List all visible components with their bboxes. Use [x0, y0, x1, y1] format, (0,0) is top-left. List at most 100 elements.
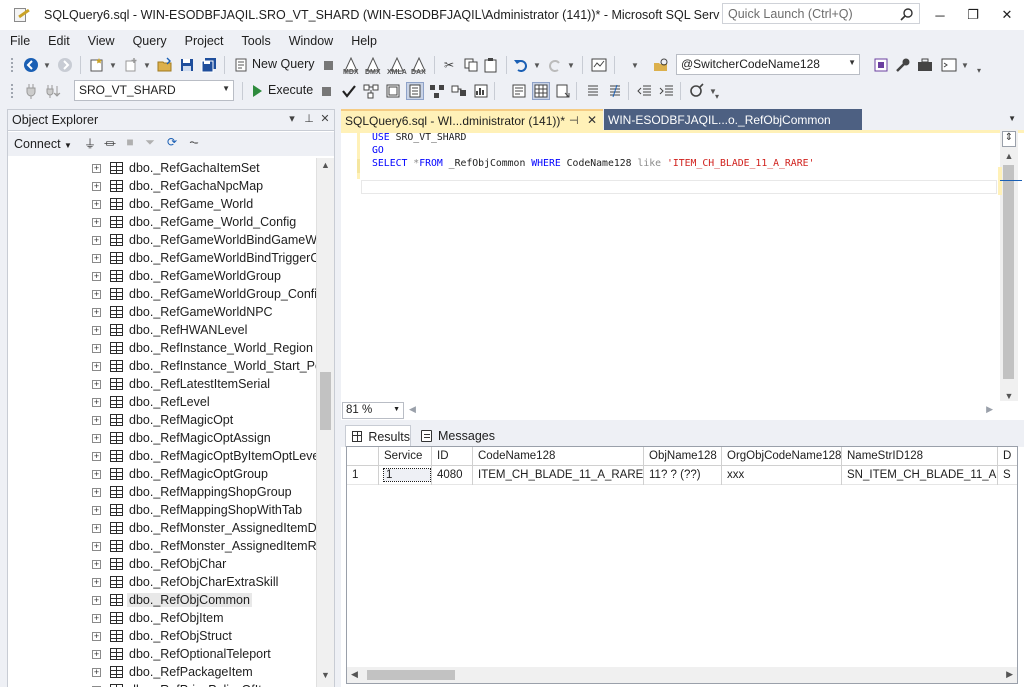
connect-plug-icon[interactable]: ⏚ [82, 135, 98, 153]
expand-icon[interactable]: + [92, 434, 101, 443]
tree-node[interactable]: + dbo._RefOptionalTeleport [8, 646, 316, 664]
expand-icon[interactable]: + [92, 470, 101, 479]
minimize-button[interactable]: ─ [923, 0, 957, 30]
connect-plug-icon[interactable] [22, 82, 40, 100]
scroll-left-icon[interactable]: ◀ [409, 404, 416, 415]
tree-node[interactable]: + dbo._RefGachaNpcMap [8, 178, 316, 196]
tree-node[interactable]: + dbo._RefMagicOptAssign [8, 430, 316, 448]
column-header-codename128[interactable]: CodeName128 [473, 447, 644, 466]
scroll-right-icon[interactable]: ▶ [986, 404, 993, 415]
back-dropdown-icon[interactable]: ▼ [42, 56, 52, 74]
tab-refobjcommon[interactable]: WIN-ESODBFJAQIL...o._RefObjCommon [604, 109, 862, 130]
undo-icon[interactable] [512, 56, 530, 74]
sql-editor[interactable]: USE SRO_VT_SHARD GO SELECT *FROM _RefObj… [341, 132, 997, 411]
cell-id[interactable]: 4080 [432, 466, 473, 485]
new-query-icon[interactable] [232, 56, 250, 74]
expand-icon[interactable]: + [92, 200, 101, 209]
execute-button[interactable]: Execute [268, 83, 313, 97]
expand-icon[interactable]: + [92, 362, 101, 371]
results-to-grid-icon[interactable] [532, 82, 550, 100]
expand-icon[interactable]: + [92, 344, 101, 353]
table-row[interactable]: 1 1 4080 ITEM_CH_BLADE_11_A_RARE 11? ? (… [347, 466, 1017, 485]
find-combo[interactable]: @SwitcherCodeName128 ▼ [676, 54, 860, 75]
back-icon[interactable] [22, 56, 40, 74]
cut-icon[interactable]: ✂ [440, 56, 458, 74]
estimated-plan-icon[interactable] [362, 82, 380, 100]
results-to-text-icon[interactable] [510, 82, 528, 100]
copy-icon[interactable] [462, 56, 480, 74]
expand-icon[interactable]: + [92, 488, 101, 497]
execute-play-icon[interactable] [248, 82, 266, 100]
expand-icon[interactable]: + [92, 452, 101, 461]
expand-icon[interactable]: + [92, 668, 101, 677]
expand-icon[interactable]: + [92, 290, 101, 299]
scroll-up-icon[interactable]: ▲ [317, 160, 334, 176]
tree-node[interactable]: + dbo._RefObjChar [8, 556, 316, 574]
quick-launch-input[interactable]: Quick Launch (Ctrl+Q) [722, 3, 920, 24]
new-query-button[interactable]: New Query [252, 57, 315, 71]
tree-node[interactable]: + dbo._RefHWANLevel [8, 322, 316, 340]
uncomment-lines-icon[interactable] [606, 82, 624, 100]
results-to-file-icon[interactable] [554, 82, 572, 100]
tree-node[interactable]: + dbo._RefObjCharExtraSkill [8, 574, 316, 592]
tree-node[interactable]: + dbo._RefMappingShopWithTab [8, 502, 316, 520]
specify-template-values-icon[interactable] [688, 82, 706, 100]
tree-node[interactable]: + dbo._RefMonster_AssignedItemRnd [8, 538, 316, 556]
expand-icon[interactable]: + [92, 650, 101, 659]
chevron-down-icon[interactable]: ▼ [393, 406, 400, 413]
activity-monitor-icon[interactable]: ⏦ [186, 135, 202, 153]
tree-node[interactable]: + dbo._RefMonster_AssignedItemDrop [8, 520, 316, 538]
column-header-id[interactable]: ID [432, 447, 473, 466]
cancel-query-icon[interactable] [318, 82, 336, 100]
live-statistics-icon[interactable] [450, 82, 468, 100]
expand-icon[interactable]: + [92, 326, 101, 335]
code-line-1[interactable]: USE SRO_VT_SHARD [372, 132, 466, 143]
disconnect-icon[interactable]: ⏛ [102, 135, 118, 153]
column-header-orgobjcodename128[interactable]: OrgObjCodeName128 [722, 447, 842, 466]
connect-button[interactable]: Connect ▼ [14, 137, 72, 151]
add-item-dropdown-icon[interactable]: ▼ [142, 56, 152, 74]
tree-node[interactable]: + dbo._RefObjItem [8, 610, 316, 628]
column-header-d[interactable]: D [998, 447, 1017, 466]
scroll-thumb[interactable] [367, 670, 455, 680]
expand-icon[interactable]: + [92, 524, 101, 533]
menu-edit[interactable]: Edit [39, 34, 79, 48]
actual-plan-icon[interactable] [428, 82, 446, 100]
tab-results[interactable]: Results [345, 425, 411, 447]
tree-node[interactable]: + dbo._RefGame_World [8, 196, 316, 214]
increase-indent-icon[interactable] [658, 82, 676, 100]
toolbar-dropdown-icon[interactable]: ▼ [630, 56, 640, 74]
editor-horizontal-scrollbar[interactable]: ◀ ▶ [407, 404, 995, 417]
new-project-dropdown-icon[interactable]: ▼ [108, 56, 118, 74]
toolbar2-options-icon[interactable]: ▾ [712, 87, 722, 105]
parse-checkmark-icon[interactable] [340, 82, 358, 100]
menu-file[interactable]: File [0, 34, 39, 48]
toolbar-grip[interactable] [10, 83, 14, 99]
tree-node[interactable]: + dbo._RefMagicOptByItemOptLevel [8, 448, 316, 466]
tab-sqlquery6[interactable]: SQLQuery6.sql - WI...dministrator (141))… [341, 109, 603, 130]
toolbox-icon[interactable] [916, 56, 934, 74]
expand-icon[interactable]: + [92, 236, 101, 245]
expand-icon[interactable]: + [92, 632, 101, 641]
split-window-icon[interactable]: ⇕ [1002, 131, 1016, 147]
tree-node[interactable]: +dbo._RefPricePolicyOfItem [8, 682, 316, 687]
open-file-icon[interactable] [156, 56, 174, 74]
tree-node[interactable]: + dbo._RefInstance_World_Start_Pos [8, 358, 316, 376]
row-number[interactable]: 1 [347, 466, 379, 485]
chevron-down-icon[interactable]: ▼ [222, 84, 230, 93]
expand-icon[interactable]: + [92, 506, 101, 515]
tree-node[interactable]: + dbo._RefGameWorldGroup [8, 268, 316, 286]
expand-icon[interactable]: + [92, 560, 101, 569]
tree-node[interactable]: + dbo._RefGameWorldGroup_Config [8, 286, 316, 304]
tree-node[interactable]: + dbo._RefLevel [8, 394, 316, 412]
tree-node[interactable]: + dbo._RefMagicOptGroup [8, 466, 316, 484]
save-all-icon[interactable] [200, 56, 218, 74]
find-in-files-icon[interactable] [652, 56, 670, 74]
expand-icon[interactable]: + [92, 542, 101, 551]
command-window-icon[interactable] [940, 56, 958, 74]
object-explorer-scrollbar[interactable]: ▲ ▼ [316, 158, 334, 687]
properties-wrench-icon[interactable] [894, 56, 912, 74]
refresh-icon[interactable]: ⟳ [164, 135, 180, 153]
stop-icon[interactable]: ■ [122, 135, 138, 153]
tab-overflow-dropdown-icon[interactable]: ▼ [1008, 114, 1016, 123]
